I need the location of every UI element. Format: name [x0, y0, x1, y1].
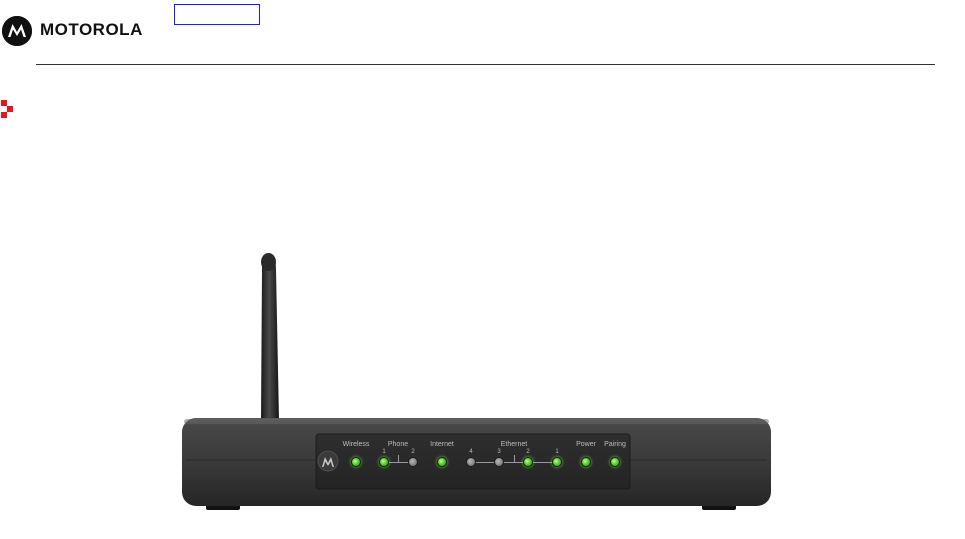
ethernet-1-led	[552, 457, 562, 467]
wireless-led	[351, 457, 361, 467]
label-ethernet: Ethernet	[500, 441, 528, 448]
phone-port-number: 2	[411, 449, 415, 455]
device-logo-icon	[317, 450, 339, 472]
ethernet-port-number: 2	[526, 449, 530, 455]
label-internet: Internet	[430, 441, 454, 448]
ethernet-port-number: 1	[555, 449, 559, 455]
ethernet-3-led	[494, 457, 504, 467]
label-phone: Phone	[387, 441, 409, 448]
phone-connector-tick	[398, 455, 399, 462]
label-pairing: Pairing	[604, 441, 626, 448]
ethernet-port-number: 4	[469, 449, 473, 455]
pairing-led	[610, 457, 620, 467]
phone-2-led	[408, 457, 418, 467]
internet-led	[437, 457, 447, 467]
ethernet-port-number: 3	[497, 449, 501, 455]
label-power: Power	[576, 441, 596, 448]
phone-port-number: 1	[382, 449, 386, 455]
antenna	[261, 254, 279, 420]
phone-1-led	[379, 457, 389, 467]
ethernet-connector-tick	[514, 455, 515, 462]
ethernet-4-led	[466, 457, 476, 467]
router-illustration: Wireless Phone Internet Ethernet Power P…	[0, 0, 965, 539]
ethernet-2-led	[523, 457, 533, 467]
power-led	[581, 457, 591, 467]
label-wireless: Wireless	[342, 441, 370, 448]
ethernet-connector-line	[471, 462, 557, 463]
wireless-router-icon	[182, 253, 771, 510]
